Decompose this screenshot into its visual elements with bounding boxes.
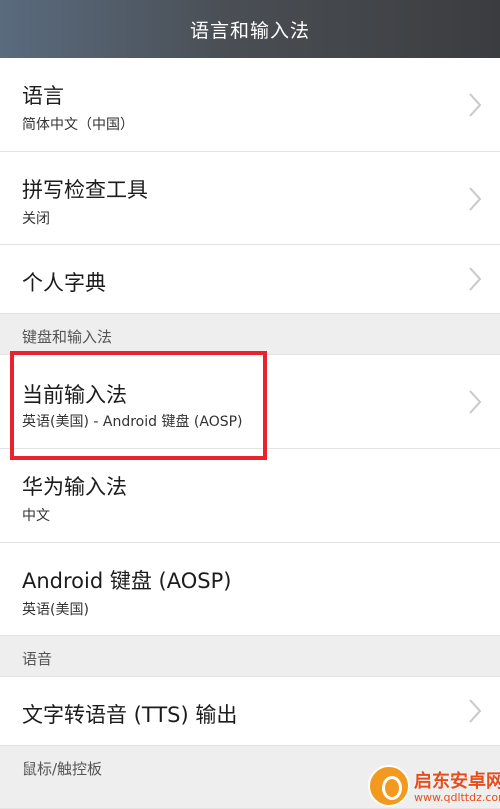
item-subtitle: 英语(美国): [22, 602, 89, 618]
item-title: 拼写检查工具: [22, 178, 148, 202]
section-label: 语音: [22, 650, 53, 668]
item-title: 华为输入法: [22, 475, 127, 499]
settings-item-huawei-input[interactable]: 华为输入法 中文: [0, 449, 500, 543]
section-label: 键盘和输入法: [22, 328, 113, 346]
chevron-right-icon: [469, 93, 482, 117]
section-header-keyboard: 键盘和输入法: [0, 314, 500, 355]
item-title: 个人字典: [22, 271, 106, 295]
title-bar: 语言和输入法: [0, 0, 500, 58]
watermark-name: 启东安卓网: [414, 771, 500, 792]
settings-item-language[interactable]: 语言 简体中文（中国）: [0, 58, 500, 152]
settings-screen: 语言和输入法 语言 简体中文（中国） 拼写检查工具 关闭 个人字典 键盘和输入法…: [0, 0, 500, 809]
item-subtitle: 关闭: [22, 211, 50, 227]
item-subtitle: 简体中文（中国）: [22, 117, 134, 133]
watermark: 启东安卓网 www.qdlttdz.com: [368, 755, 500, 809]
item-subtitle: 中文: [22, 508, 50, 524]
item-title: Android 键盘 (AOSP): [22, 569, 232, 593]
chevron-right-icon: [469, 390, 482, 414]
settings-item-current-input-method[interactable]: 当前输入法 英语(美国) - Android 键盘 (AOSP): [0, 355, 500, 449]
item-title: 文字转语音 (TTS) 输出: [22, 703, 238, 727]
watermark-url: www.qdlttdz.com: [414, 791, 500, 804]
chevron-right-icon: [469, 267, 482, 291]
page-title: 语言和输入法: [189, 19, 310, 42]
chevron-right-icon: [469, 699, 482, 723]
settings-item-personal-dictionary[interactable]: 个人字典: [0, 245, 500, 314]
section-label: 鼠标/触控板: [22, 760, 103, 778]
settings-item-spell-checker[interactable]: 拼写检查工具 关闭: [0, 152, 500, 245]
section-header-speech: 语音: [0, 636, 500, 677]
item-title: 语言: [22, 84, 64, 108]
settings-item-tts-output[interactable]: 文字转语音 (TTS) 输出: [0, 677, 500, 746]
chevron-right-icon: [469, 187, 482, 211]
settings-item-android-keyboard[interactable]: Android 键盘 (AOSP) 英语(美国): [0, 543, 500, 636]
watermark-logo-icon: [368, 765, 410, 807]
item-subtitle: 英语(美国) - Android 键盘 (AOSP): [22, 414, 243, 430]
item-title: 当前输入法: [22, 383, 127, 407]
